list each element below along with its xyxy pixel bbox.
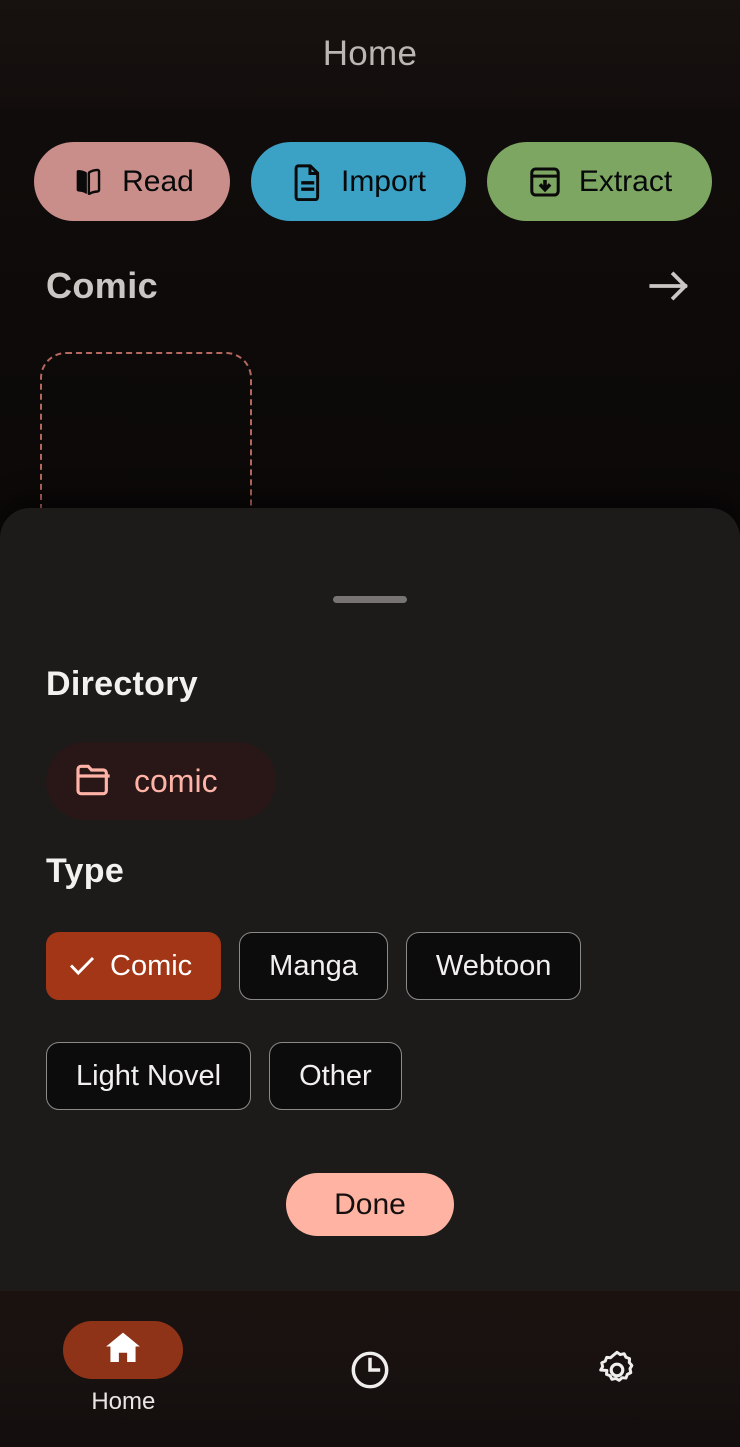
type-chip-label: Webtoon [435,949,552,982]
section-title-comic: Comic [46,265,159,306]
import-button[interactable]: Import [251,142,466,221]
app-root: Home Read Import Extract Comic Directory… [0,0,740,1447]
nav-item-home-label: Home [91,1388,156,1415]
home-icon [103,1329,143,1372]
sheet-drag-handle[interactable] [333,596,407,603]
open-book-icon [70,165,106,199]
type-chip-webtoon[interactable]: Webtoon [405,932,582,1000]
import-button-label: Import [340,164,427,198]
type-chip-label: Light Novel [76,1059,222,1092]
type-chip-comic[interactable]: Comic [46,932,222,1000]
type-heading: Type [46,852,125,890]
done-button-label: Done [334,1187,406,1221]
document-icon [291,163,325,201]
arrow-right-icon[interactable] [644,266,696,306]
type-chip-other[interactable]: Other [269,1042,402,1110]
nav-item-settings[interactable] [493,1291,740,1447]
clock-icon [348,1348,392,1397]
type-chip-label: Manga [269,949,358,982]
read-button[interactable]: Read [34,142,230,221]
directory-chip-label: comic [134,762,218,799]
done-button[interactable]: Done [286,1173,454,1236]
type-chip-label: Comic [110,949,193,982]
archive-download-icon [527,164,563,200]
gear-icon [596,1349,638,1396]
extract-button[interactable]: Extract [487,142,712,221]
type-options-row-2: Light Novel Other [46,1042,402,1110]
app-bar: Home [0,0,740,108]
type-chip-manga[interactable]: Manga [239,932,388,1000]
nav-item-home[interactable]: Home [0,1291,247,1447]
page-title: Home [322,34,418,73]
read-button-label: Read [122,164,194,198]
nav-icon-wrap [557,1343,677,1401]
quick-actions-row: Read Import Extract [0,142,740,221]
nav-item-history[interactable] [247,1291,494,1447]
directory-heading: Directory [46,665,198,703]
nav-icon-wrap [310,1343,430,1401]
type-chip-label: Other [299,1059,372,1092]
extract-button-label: Extract [578,164,673,198]
nav-active-indicator [63,1321,184,1379]
library-section-header: Comic [0,265,740,307]
type-chip-light-novel[interactable]: Light Novel [46,1042,252,1110]
directory-chip-comic[interactable]: comic [46,742,276,820]
type-options-row-1: Comic Manga Webtoon [46,932,582,1000]
check-icon [69,956,95,976]
folder-icon [74,762,114,801]
bottom-navigation-bar: Home [0,1290,740,1447]
